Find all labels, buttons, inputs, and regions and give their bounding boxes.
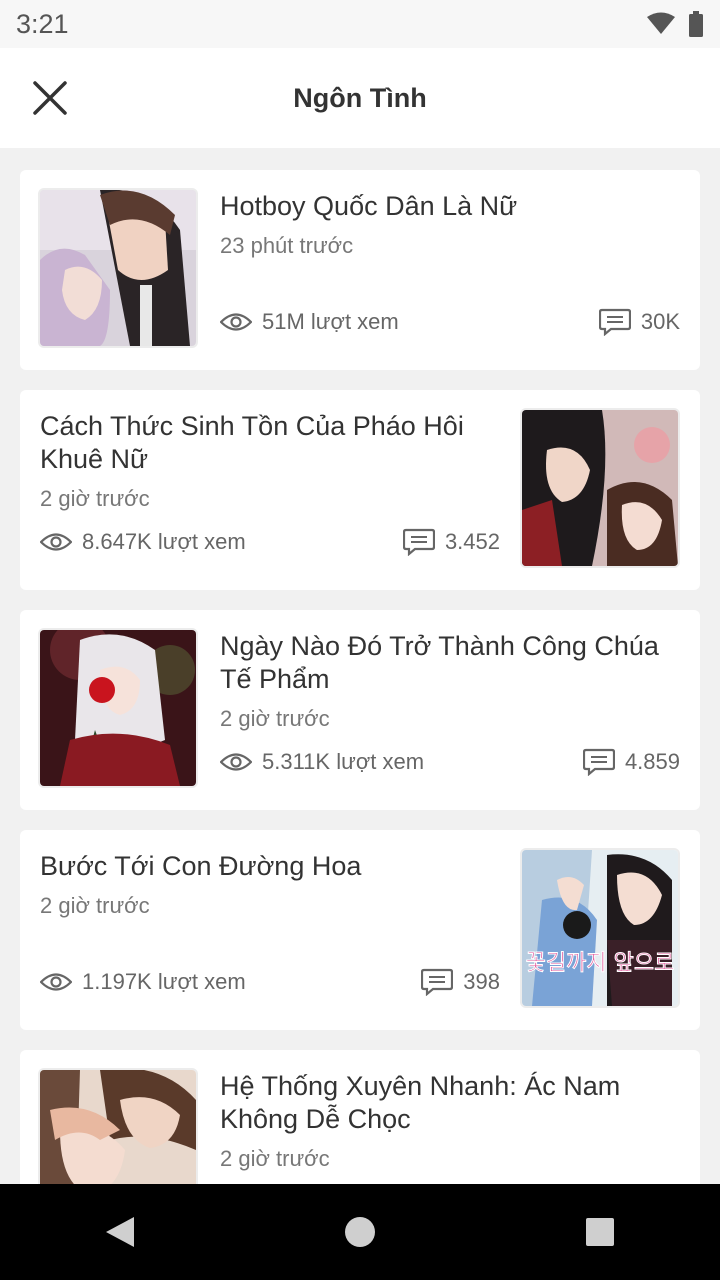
eye-icon <box>220 313 252 331</box>
status-bar: 3:21 <box>0 0 720 48</box>
story-card[interactable]: 꽃길까지 앞으로 Bước Tới Con Đường Hoa 2 giờ tr… <box>20 830 700 1030</box>
story-cover <box>40 1070 196 1184</box>
story-card[interactable]: Hotboy Quốc Dân Là Nữ 23 phút trước 51M … <box>20 170 700 370</box>
comment-icon <box>598 308 631 336</box>
back-button[interactable] <box>80 1192 160 1272</box>
home-icon <box>345 1217 375 1247</box>
story-title[interactable]: Hotboy Quốc Dân Là Nữ <box>220 190 680 223</box>
story-updated: 2 giờ trước <box>40 486 150 511</box>
views-count: 5.311K lượt xem <box>220 749 424 775</box>
cover-title-text: 꽃길까지 앞으로 <box>526 951 675 976</box>
comments-count: 30K <box>598 308 680 336</box>
story-info: Bước Tới Con Đường Hoa 2 giờ trước 1.197… <box>40 850 500 1010</box>
story-updated: 2 giờ trước <box>40 893 150 918</box>
story-info: Hotboy Quốc Dân Là Nữ 23 phút trước 51M … <box>220 190 680 350</box>
page-title: Ngôn Tình <box>293 82 427 113</box>
app-bar: Ngôn Tình <box>0 48 720 148</box>
eye-icon <box>220 753 252 771</box>
eye-icon <box>40 533 72 551</box>
story-card[interactable]: Cách Thức Sinh Tồn Của Pháo Hôi Khuê Nữ … <box>20 390 700 590</box>
views-label: 51M lượt xem <box>262 309 399 334</box>
recents-icon <box>586 1218 614 1246</box>
story-cover <box>522 410 678 566</box>
story-cover <box>40 630 196 786</box>
story-card[interactable]: Hệ Thống Xuyên Nhanh: Ác Nam Không Dễ Ch… <box>20 1050 700 1184</box>
comments-label: 4.859 <box>624 749 680 774</box>
story-updated: 2 giờ trước <box>220 1146 330 1171</box>
views-count: 1.197K lượt xem <box>40 969 246 995</box>
comments-count: 4.859 <box>582 748 680 776</box>
story-meta: 8.647K lượt xem 3.452 <box>40 528 500 556</box>
comment-icon <box>582 748 615 776</box>
views-count: 8.647K lượt xem <box>40 529 246 555</box>
story-info: Cách Thức Sinh Tồn Của Pháo Hôi Khuê Nữ … <box>40 410 500 570</box>
story-title[interactable]: Bước Tới Con Đường Hoa <box>40 850 500 883</box>
wifi-icon <box>647 12 675 34</box>
story-cover: 꽃길까지 앞으로 <box>522 850 678 1006</box>
story-meta: 5.311K lượt xem 4.859 <box>220 748 680 776</box>
story-title[interactable]: Cách Thức Sinh Tồn Của Pháo Hôi Khuê Nữ <box>40 410 500 476</box>
comments-label: 398 <box>463 969 500 994</box>
system-nav-bar <box>0 1184 720 1280</box>
comments-label: 3.452 <box>444 529 500 554</box>
comment-icon <box>421 968 454 996</box>
views-count: 51M lượt xem <box>220 309 399 335</box>
views-label: 8.647K lượt xem <box>82 529 246 554</box>
story-updated: 23 phút trước <box>220 233 354 258</box>
close-button[interactable] <box>26 74 74 122</box>
comments-count: 398 <box>421 968 500 996</box>
story-list[interactable]: Hotboy Quốc Dân Là Nữ 23 phút trước 51M … <box>20 170 700 1184</box>
status-icons <box>646 11 704 37</box>
story-cover <box>40 190 196 346</box>
story-info: Ngày Nào Đó Trở Thành Công Chúa Tế Phẩm … <box>220 630 680 790</box>
eye-icon <box>40 973 72 991</box>
back-icon <box>106 1217 134 1247</box>
comments-count: 3.452 <box>402 528 500 556</box>
story-title[interactable]: Hệ Thống Xuyên Nhanh: Ác Nam Không Dễ Ch… <box>220 1070 680 1136</box>
story-meta: 1.197K lượt xem 398 <box>40 968 500 996</box>
story-card[interactable]: Ngày Nào Đó Trở Thành Công Chúa Tế Phẩm … <box>20 610 700 810</box>
views-label: 1.197K lượt xem <box>82 969 246 994</box>
home-button[interactable] <box>320 1192 400 1272</box>
battery-icon <box>689 11 703 37</box>
story-updated: 2 giờ trước <box>220 706 330 731</box>
recents-button[interactable] <box>560 1192 640 1272</box>
status-time: 3:21 <box>16 8 69 39</box>
close-icon <box>33 81 67 115</box>
comments-label: 30K <box>640 309 680 334</box>
comment-icon <box>402 528 435 556</box>
story-title[interactable]: Ngày Nào Đó Trở Thành Công Chúa Tế Phẩm <box>220 630 680 696</box>
story-meta: 51M lượt xem 30K <box>220 308 680 336</box>
story-info: Hệ Thống Xuyên Nhanh: Ác Nam Không Dễ Ch… <box>220 1070 680 1184</box>
views-label: 5.311K lượt xem <box>262 749 425 774</box>
